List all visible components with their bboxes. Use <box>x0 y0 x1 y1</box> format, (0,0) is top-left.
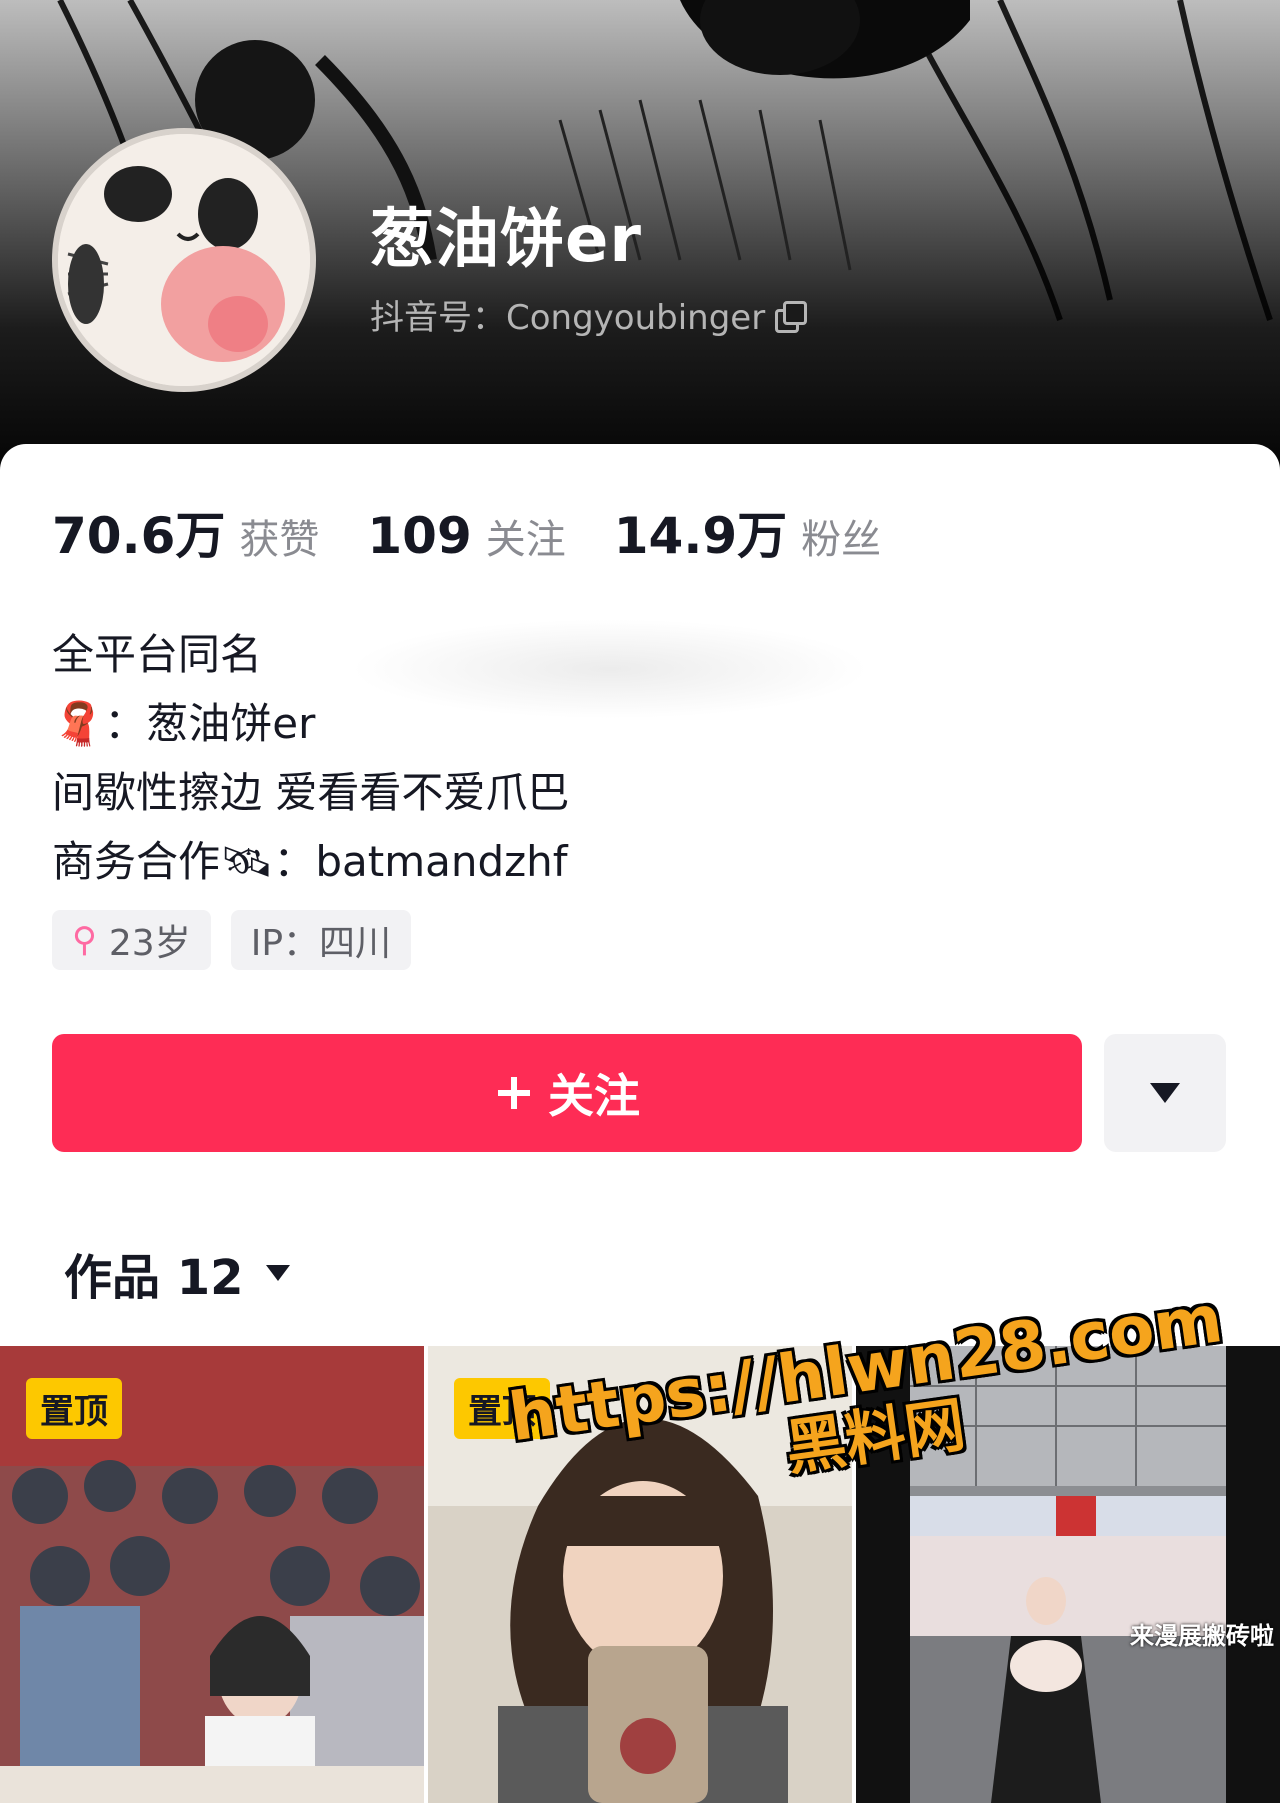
stat-likes-label: 获赞 <box>239 517 320 563</box>
caret-down-icon <box>265 1265 290 1281</box>
bio-line-1: 全平台同名 <box>52 630 263 679</box>
stat-likes[interactable]: 70.6万 获赞 <box>52 496 319 568</box>
bio-line-4: 商务合作🛰：batmandzhf <box>52 827 569 896</box>
avatar-cat-image <box>58 134 310 386</box>
stat-followers-count: 14.9万 <box>613 507 788 565</box>
stat-followers-label: 粉丝 <box>801 517 882 563</box>
pinned-badge: 置顶 <box>26 1378 122 1439</box>
female-icon: ⚲ <box>72 920 97 960</box>
video-thumbnail[interactable]: 置顶 <box>0 1346 424 1803</box>
stat-following[interactable]: 109 关注 <box>367 507 565 565</box>
works-tab[interactable]: 作品 12 <box>64 1238 290 1308</box>
profile-nickname: 葱油饼er <box>370 203 642 277</box>
follow-button-label: 关注 <box>548 1069 640 1123</box>
profile-bio: 全平台同名 🧣：葱油饼er 间歇性擦边 爱看看不爱爪巴 商务合作🛰：batman… <box>52 620 569 896</box>
bio-line-2: 🧣：葱油饼er <box>52 689 569 758</box>
more-options-button[interactable] <box>1104 1034 1226 1152</box>
bio-line-2-text: ：葱油饼er <box>104 699 316 748</box>
stat-likes-count: 70.6万 <box>52 507 226 565</box>
ip-text: IP：四川 <box>250 923 392 964</box>
douyin-id-row[interactable]: 抖音号：Congyoubinger <box>370 290 808 339</box>
douyin-id-text: 抖音号：Congyoubinger <box>370 298 766 338</box>
plus-icon <box>498 1077 530 1109</box>
follow-button[interactable]: 关注 <box>52 1034 1082 1152</box>
stat-following-count: 109 <box>367 507 472 565</box>
works-tab-label: 作品 12 <box>64 1250 244 1306</box>
copy-icon[interactable] <box>775 300 808 333</box>
profile-card: 70.6万 获赞 109 关注 14.9万 粉丝 全平台同名 🧣：葱油饼er 间… <box>0 444 1280 1803</box>
ip-tag: IP：四川 <box>230 910 412 970</box>
profile-tags: ⚲ 23岁 IP：四川 <box>52 910 412 970</box>
profile-banner: 葱油饼er 抖音号：Congyoubinger <box>0 0 1280 470</box>
satellite-icon: 🛰 <box>220 837 274 886</box>
age-tag: ⚲ 23岁 <box>52 910 211 970</box>
caret-down-icon <box>1150 1083 1180 1103</box>
stat-followers[interactable]: 14.9万 粉丝 <box>614 496 881 568</box>
age-text: 23岁 <box>108 923 191 964</box>
stats-row: 70.6万 获赞 109 关注 14.9万 粉丝 <box>52 496 929 568</box>
bio-line-4-text: ：batmandzhf <box>273 837 568 886</box>
avatar[interactable] <box>52 128 316 392</box>
bio-line-4-prefix: 商务合作 <box>52 837 221 886</box>
stat-following-label: 关注 <box>485 517 566 563</box>
scarf-icon: 🧣 <box>52 699 105 748</box>
bio-line-3: 间歇性擦边 爱看看不爱爪巴 <box>52 768 570 817</box>
thumbnail-caption: 来漫展搬砖啦 <box>1130 1622 1274 1650</box>
